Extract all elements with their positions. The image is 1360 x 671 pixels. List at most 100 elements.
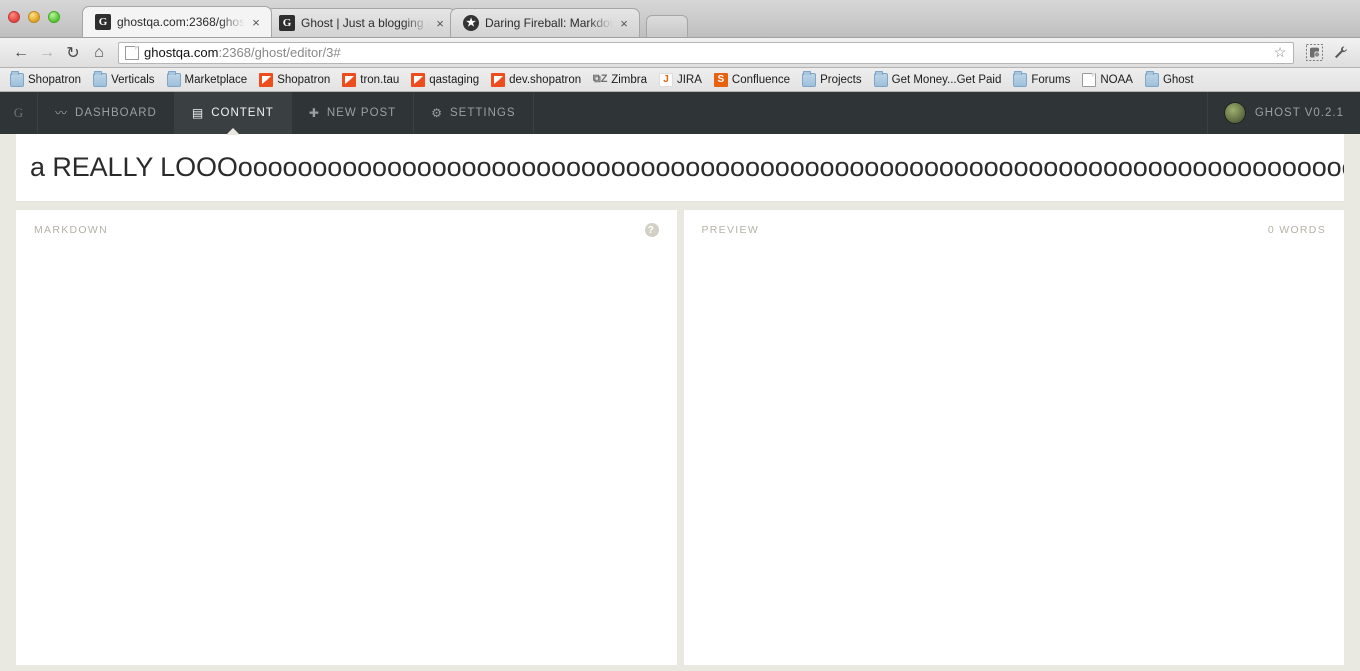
evernote-icon[interactable] <box>1302 42 1326 64</box>
address-bar[interactable]: ghostqa.com:2368/ghost/editor/3# ☆ <box>118 41 1294 64</box>
new-tab-button[interactable] <box>646 15 688 37</box>
bookmark-label: JIRA <box>676 73 702 86</box>
page-icon <box>125 45 139 60</box>
markdown-label: MARKDOWN <box>34 224 108 236</box>
bookmark-label: Shopatron <box>28 73 82 86</box>
nav-item-settings[interactable]: ⚙ SETTINGS <box>414 92 534 134</box>
ghost-g-icon: G <box>279 15 295 31</box>
star-icon: ★ <box>463 15 479 31</box>
folder-icon <box>93 70 108 87</box>
bookmark-item[interactable]: dev.shopatron <box>485 70 587 90</box>
preview-content <box>684 250 1345 665</box>
browser-tab-title: ghostqa.com:2368/ghost/ <box>117 15 245 29</box>
preview-pane-header: PREVIEW 0 WORDS <box>684 210 1345 250</box>
preview-label: PREVIEW <box>701 224 760 236</box>
close-tab-button[interactable]: × <box>617 17 631 30</box>
user-menu[interactable]: GHOST V0.2.1 <box>1206 92 1360 134</box>
nav-item-label: SETTINGS <box>449 107 516 119</box>
home-icon[interactable]: ⌂ <box>86 41 112 65</box>
plus-icon: ✚ <box>308 106 320 120</box>
bookmark-label: Marketplace <box>184 73 248 86</box>
post-title-input[interactable]: a REALLY LOOOooooooooooooooooooooooooooo… <box>16 152 1344 183</box>
content-icon: ▤ <box>191 106 205 120</box>
preview-pane: PREVIEW 0 WORDS <box>683 210 1345 665</box>
ghost-version-label: GHOST V0.2.1 <box>1254 107 1344 119</box>
bookmark-label: dev.shopatron <box>509 73 582 86</box>
address-bar-url: ghostqa.com:2368/ghost/editor/3# <box>144 45 341 60</box>
bookmark-item[interactable]: Get Money...Get Paid <box>868 70 1008 90</box>
zimbra-icon: ⧉Z <box>592 73 608 85</box>
bookmark-label: Ghost <box>1162 73 1194 86</box>
folder-icon <box>802 70 817 87</box>
back-icon[interactable]: ← <box>8 41 34 65</box>
forward-icon[interactable]: → <box>34 41 60 65</box>
bookmark-item[interactable]: NOAA <box>1076 70 1139 90</box>
bookmark-label: Verticals <box>111 73 155 86</box>
nav-item-label: CONTENT <box>211 107 274 119</box>
bookmark-label: Shopatron <box>277 73 331 86</box>
markdown-pane-header: MARKDOWN ? <box>16 210 677 250</box>
maximize-window-button[interactable] <box>48 11 60 23</box>
bookmarks-bar: Shopatron Verticals Marketplace Shopatro… <box>0 68 1360 92</box>
bookmark-label: Confluence <box>731 73 791 86</box>
bookmark-label: Zimbra <box>611 73 647 86</box>
bookmark-item[interactable]: Shopatron <box>253 70 336 90</box>
browser-tab-title: Ghost | Just a blogging pla <box>301 16 429 30</box>
ghost-g-icon: G <box>95 14 111 30</box>
browser-tabs: G ghostqa.com:2368/ghost/ × G Ghost | Ju… <box>82 6 688 37</box>
jira-icon: J <box>658 72 673 87</box>
markdown-header-right: ? <box>644 223 659 237</box>
folder-icon <box>10 70 24 87</box>
shopatron-icon <box>342 72 357 87</box>
bookmark-label: NOAA <box>1100 73 1133 86</box>
bookmark-item[interactable]: J JIRA <box>653 70 708 90</box>
shopatron-icon <box>491 72 506 87</box>
editor-area: MARKDOWN ? PREVIEW 0 WORDS <box>16 210 1344 665</box>
bookmark-item[interactable]: Projects <box>796 70 868 90</box>
bookmark-item[interactable]: S Confluence <box>708 70 796 90</box>
shopatron-icon <box>411 72 426 87</box>
bookmark-item[interactable]: ⧉Z Zimbra <box>587 70 653 90</box>
bookmark-label: tron.tau <box>360 73 400 86</box>
markdown-editor-input[interactable] <box>16 250 677 665</box>
bookmark-item[interactable]: Shopatron <box>4 70 87 90</box>
bookmark-item[interactable]: qastaging <box>405 70 485 90</box>
bookmark-label: Forums <box>1031 73 1071 86</box>
word-count: 0 WORDS <box>1267 224 1326 236</box>
bookmark-label: Projects <box>820 73 862 86</box>
browser-toolbar: ← → ↻ ⌂ ghostqa.com:2368/ghost/editor/3#… <box>0 38 1360 68</box>
bookmark-label: Get Money...Get Paid <box>891 73 1002 86</box>
bookmark-item[interactable]: Verticals <box>87 70 160 90</box>
confluence-icon: S <box>713 72 728 87</box>
activity-icon: 〰 <box>55 106 69 120</box>
nav-item-content[interactable]: ▤ CONTENT <box>174 92 292 134</box>
nav-item-dashboard[interactable]: 〰 DASHBOARD <box>38 92 175 134</box>
nav-item-label: NEW POST <box>326 107 397 119</box>
browser-tab-3[interactable]: ★ Daring Fireball: Markdown × <box>450 8 640 37</box>
bookmark-item[interactable]: tron.tau <box>336 70 405 90</box>
bookmark-label: qastaging <box>429 73 480 86</box>
address-bar-domain: ghostqa.com <box>144 45 219 60</box>
close-tab-button[interactable]: × <box>433 17 447 30</box>
bookmark-item[interactable]: Marketplace <box>161 70 254 90</box>
bookmark-item[interactable]: Forums <box>1007 70 1076 90</box>
close-tab-button[interactable]: × <box>249 16 263 29</box>
bookmark-star-icon[interactable]: ☆ <box>1271 44 1289 61</box>
minimize-window-button[interactable] <box>28 11 40 23</box>
browser-window: G ghostqa.com:2368/ghost/ × G Ghost | Ju… <box>0 0 1360 665</box>
bookmark-item[interactable]: Ghost <box>1139 70 1200 90</box>
post-title-container: a REALLY LOOOooooooooooooooooooooooooooo… <box>16 134 1344 202</box>
wrench-icon[interactable] <box>1328 42 1352 64</box>
avatar <box>1223 102 1246 124</box>
folder-icon <box>166 70 181 87</box>
nav-item-new-post[interactable]: ✚ NEW POST <box>292 92 415 134</box>
address-bar-path: :2368/ghost/editor/3# <box>218 45 341 60</box>
ghost-logo[interactable]: G <box>0 92 38 134</box>
help-icon[interactable]: ? <box>644 223 659 237</box>
window-controls <box>8 11 60 23</box>
browser-tab-2[interactable]: G Ghost | Just a blogging pla × <box>266 8 456 37</box>
reload-icon[interactable]: ↻ <box>60 41 86 65</box>
browser-tab-1[interactable]: G ghostqa.com:2368/ghost/ × <box>82 6 272 37</box>
close-window-button[interactable] <box>8 11 20 23</box>
nav-item-label: DASHBOARD <box>75 107 157 119</box>
